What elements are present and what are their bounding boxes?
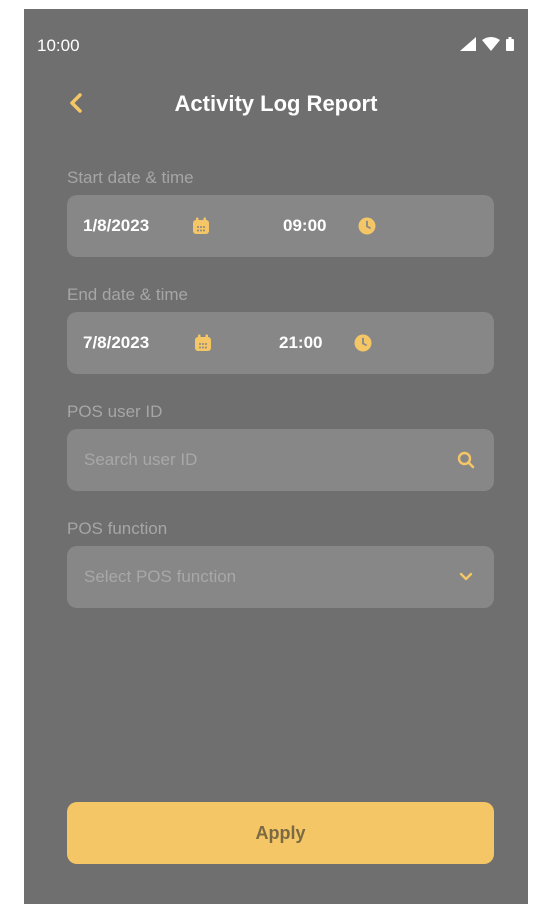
cellular-signal-icon [460,37,476,51]
search-icon[interactable] [454,448,478,472]
start-date-value[interactable]: 1/8/2023 [83,216,149,236]
end-datetime-label: End date & time [67,285,188,304]
battery-icon [506,37,514,51]
pos-function-select[interactable]: Select POS function [67,546,494,608]
pos-function-label: POS function [67,519,168,538]
start-datetime-field: 1/8/2023 09:00 [67,195,494,257]
app-screen: 10:00 Activity Log Report Start date & t… [24,9,528,904]
end-time-value[interactable]: 21:00 [279,333,322,353]
status-time: 10:00 [37,36,80,55]
user-id-search-field[interactable]: Search user ID [67,429,494,491]
status-bar: 10:00 [24,9,528,79]
calendar-icon[interactable] [191,216,211,236]
clock-icon[interactable] [353,333,373,353]
clock-icon[interactable] [357,216,377,236]
wifi-icon [482,37,500,51]
header: Activity Log Report [24,79,528,133]
end-date-value[interactable]: 7/8/2023 [83,333,149,353]
user-id-label: POS user ID [67,402,163,421]
start-time-value[interactable]: 09:00 [283,216,326,236]
start-datetime-label: Start date & time [67,168,194,187]
user-id-placeholder: Search user ID [84,450,198,469]
apply-button[interactable]: Apply [67,802,494,864]
status-icons [460,37,514,51]
end-datetime-field: 7/8/2023 21:00 [67,312,494,374]
pos-function-placeholder: Select POS function [84,567,237,586]
calendar-icon[interactable] [193,333,213,353]
chevron-down-icon[interactable] [454,565,478,589]
page-title: Activity Log Report [174,91,378,116]
